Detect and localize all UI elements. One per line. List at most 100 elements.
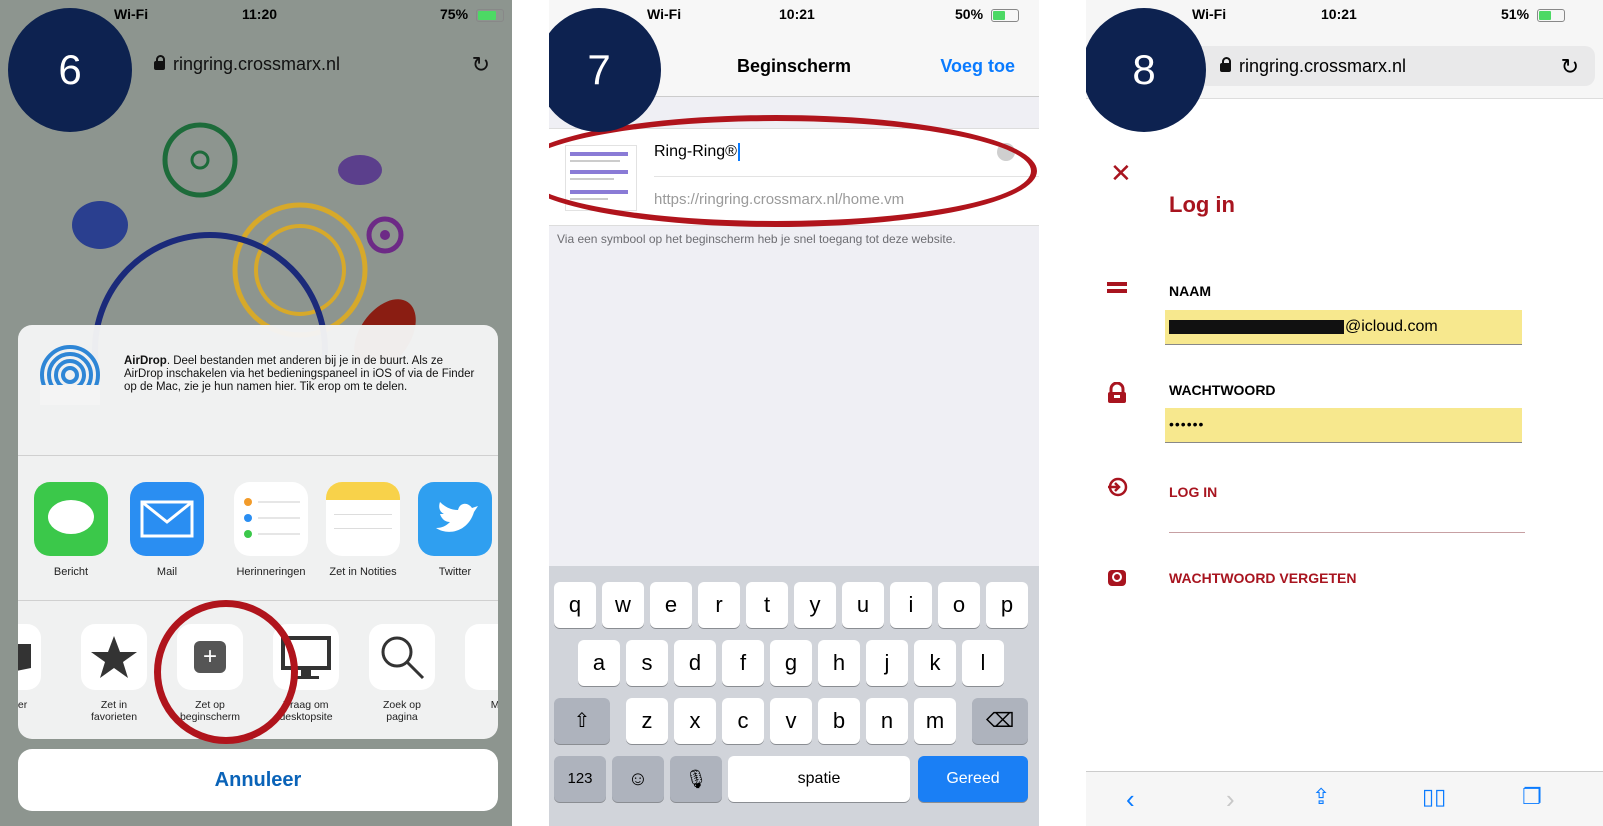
step-badge: 6 <box>8 8 132 132</box>
key-z[interactable]: z <box>626 698 668 744</box>
share-app-messages[interactable]: Bericht <box>26 482 116 578</box>
notes-icon <box>326 482 400 556</box>
airdrop-section[interactable]: AirDrop. Deel bestanden met anderen bij … <box>18 325 498 456</box>
done-key[interactable]: Gereed <box>918 756 1028 802</box>
reminders-icon <box>234 482 308 556</box>
key-r[interactable]: r <box>698 582 740 628</box>
clock: 10:21 <box>1321 6 1357 22</box>
action-label: Zoek op pagina <box>383 699 421 723</box>
share-apps-row: Bericht Mail Herinneringen Zet in Notiti… <box>18 455 498 601</box>
key-y[interactable]: y <box>794 582 836 628</box>
back-icon[interactable]: ‹ <box>1126 784 1135 815</box>
lock-icon <box>154 54 165 70</box>
action-add-favorites[interactable]: Zet in favorieten <box>68 624 160 723</box>
wifi-label: Wi-Fi <box>114 6 149 22</box>
add-button[interactable]: Voeg toe <box>940 56 1015 77</box>
reload-icon[interactable]: ↻ <box>472 52 490 78</box>
key-t[interactable]: t <box>746 582 788 628</box>
action-find-on-page[interactable]: Zoek op pagina <box>356 624 448 723</box>
url-text: ringring.crossmarx.nl <box>1239 56 1407 76</box>
twitter-bird-icon <box>418 482 492 556</box>
forgot-password-link[interactable]: WACHTWOORD VERGETEN <box>1169 570 1356 586</box>
key-c[interactable]: c <box>722 698 764 744</box>
key-x[interactable]: x <box>674 698 716 744</box>
highlight-circle <box>154 600 298 744</box>
key-b[interactable]: b <box>818 698 860 744</box>
key-d[interactable]: d <box>674 640 716 686</box>
key-m[interactable]: m <box>914 698 956 744</box>
name-label: NAAM <box>1169 283 1211 299</box>
key-u[interactable]: u <box>842 582 884 628</box>
cancel-button[interactable]: Annuleer <box>18 749 498 811</box>
key-f[interactable]: f <box>722 640 764 686</box>
battery-icon <box>1536 8 1565 22</box>
hint-text: Via een symbool op het beginscherm heb j… <box>557 232 956 246</box>
lock-icon <box>1220 56 1231 72</box>
name-field[interactable]: @icloud.com <box>1165 310 1522 345</box>
share-app-mail[interactable]: Mail <box>122 482 212 578</box>
battery-percent: 75% <box>440 6 469 22</box>
reload-icon[interactable]: ↻ <box>1561 54 1579 80</box>
clock: 11:20 <box>242 6 278 22</box>
share-app-reminders[interactable]: Herinneringen <box>226 482 316 578</box>
numbers-key[interactable]: 123 <box>554 756 606 802</box>
url-text: ringring.crossmarx.nl <box>173 54 341 74</box>
login-arrow-icon <box>1108 477 1128 497</box>
step-badge: 7 <box>549 8 661 132</box>
key-a[interactable]: a <box>578 640 620 686</box>
book-icon <box>18 624 41 690</box>
website-artwork <box>72 122 416 360</box>
airdrop-title: AirDrop <box>124 355 167 367</box>
battery-icon <box>990 8 1019 22</box>
key-v[interactable]: v <box>770 698 812 744</box>
share-icon[interactable]: ⇪ <box>1312 784 1330 810</box>
messages-icon <box>34 482 108 556</box>
action-more[interactable]: Ma <box>452 624 498 711</box>
battery-level <box>1538 10 1552 20</box>
mail-icon <box>130 482 204 556</box>
tabs-icon[interactable]: ❐ <box>1522 784 1542 810</box>
emoji-icon[interactable]: ☺ <box>612 756 664 802</box>
key-g[interactable]: g <box>770 640 812 686</box>
key-w[interactable]: w <box>602 582 644 628</box>
microphone-icon[interactable]: 🎙 <box>670 756 722 802</box>
airdrop-icon <box>40 345 100 405</box>
key-i[interactable]: i <box>890 582 932 628</box>
browser-toolbar: ‹ › ⇪ ▯▯ ❐ <box>1086 771 1603 826</box>
action-bookmark[interactable]: adwijzer <box>18 624 54 711</box>
key-s[interactable]: s <box>626 640 668 686</box>
share-app-notes[interactable]: Zet in Notities <box>318 482 408 578</box>
password-value: •••••• <box>1169 416 1205 432</box>
key-h[interactable]: h <box>818 640 860 686</box>
close-icon[interactable]: ✕ <box>1110 158 1132 189</box>
key-k[interactable]: k <box>914 640 956 686</box>
action-label: Zet in favorieten <box>90 699 138 723</box>
login-link[interactable]: LOG IN <box>1169 484 1217 500</box>
key-n[interactable]: n <box>866 698 908 744</box>
key-q[interactable]: q <box>554 582 596 628</box>
airdrop-body: . Deel bestanden met anderen bij je in d… <box>124 355 475 393</box>
key-e[interactable]: e <box>650 582 692 628</box>
lock-icon <box>1108 382 1126 403</box>
forward-icon[interactable]: › <box>1226 784 1235 815</box>
key-p[interactable]: p <box>986 582 1028 628</box>
app-label: Mail <box>156 566 178 578</box>
battery-level <box>477 10 496 20</box>
divider <box>1169 532 1525 533</box>
bookmarks-icon[interactable]: ▯▯ <box>1422 784 1446 810</box>
backspace-key[interactable]: ⌫ <box>972 698 1028 744</box>
key-j[interactable]: j <box>866 640 908 686</box>
password-label: WACHTWOORD <box>1169 382 1276 398</box>
share-app-twitter[interactable]: Twitter <box>410 482 500 578</box>
battery-percent: 51% <box>1501 6 1530 22</box>
password-field[interactable]: •••••• <box>1165 408 1522 443</box>
app-label: Bericht <box>53 566 89 578</box>
key-l[interactable]: l <box>962 640 1004 686</box>
action-label: Ma <box>490 699 498 711</box>
shift-key[interactable]: ⇧ <box>554 698 610 744</box>
panel-add-home-screen: Wi-Fi 10:21 50% Beginscherm Voeg toe 7 R… <box>549 0 1039 826</box>
key-o[interactable]: o <box>938 582 980 628</box>
space-key[interactable]: spatie <box>728 756 910 802</box>
more-icon <box>465 624 498 690</box>
airdrop-description: AirDrop. Deel bestanden met anderen bij … <box>124 355 484 394</box>
